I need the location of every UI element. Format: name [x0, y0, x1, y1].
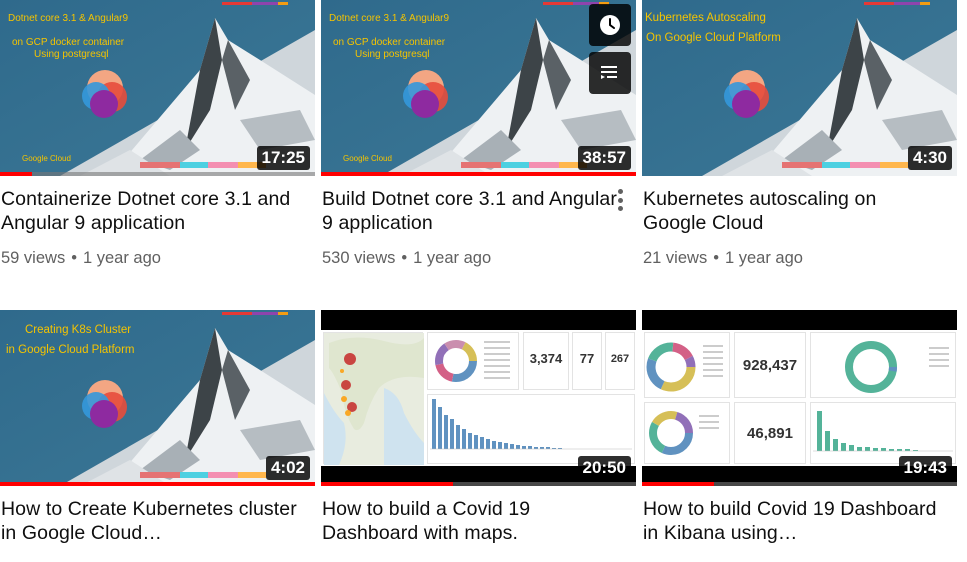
- metric-value: 46,891: [747, 425, 793, 442]
- meta-separator: •: [713, 249, 719, 267]
- donut-panel: [644, 332, 730, 398]
- watch-later-button[interactable]: [589, 4, 631, 46]
- thumbnail-caption-1: Creating K8s Cluster: [25, 324, 132, 336]
- watch-progress-fill: [321, 482, 454, 486]
- video-title[interactable]: How to build Covid 19 Dashboard in Kiban…: [643, 497, 943, 545]
- video-title[interactable]: How to Create Kubernetes cluster in Goog…: [1, 497, 301, 545]
- meta-separator: •: [401, 249, 408, 267]
- upload-age: 1 year ago: [413, 249, 492, 267]
- donut-chart-art: [845, 341, 949, 393]
- thumbnail-caption-1: Kubernetes Autoscaling: [645, 12, 766, 24]
- duration-badge: 20:50: [577, 456, 631, 480]
- view-count: 21 views: [643, 249, 708, 267]
- watch-progress-track: [0, 482, 315, 486]
- video-card[interactable]: Creating K8s Cluster in Google Cloud Pla…: [0, 310, 315, 544]
- dashboard-screenshot: 3,374 77 267: [321, 330, 636, 466]
- video-title[interactable]: How to build a Covid 19 Dashboard with m…: [322, 497, 622, 545]
- donut-chart-art: [649, 411, 719, 455]
- view-count: 530 views: [322, 249, 396, 267]
- video-title[interactable]: Kubernetes autoscaling on Google Cloud: [643, 187, 943, 235]
- video-thumbnail[interactable]: Dotnet core 3.1 & Angular9 on GCP docker…: [321, 0, 636, 176]
- map-panel: [323, 332, 424, 465]
- video-card[interactable]: 928,437 46,891 19:43 How to build Covid …: [642, 310, 957, 544]
- video-meta: 21 views • 1 year ago: [643, 249, 803, 268]
- thumbnail-caption-3: Using postgresql: [355, 49, 430, 60]
- thumbnail-caption-2: in Google Cloud Platform: [6, 344, 135, 356]
- donut-chart-art: [435, 340, 510, 382]
- video-card[interactable]: Dotnet core 3.1 & Angular9 on GCP docker…: [321, 0, 636, 267]
- thumbnail-footer: Google Cloud: [343, 154, 392, 163]
- duration-badge: 38:57: [577, 146, 631, 170]
- thumbnail-caption-2: On Google Cloud Platform: [646, 32, 781, 44]
- metric-value: 267: [610, 353, 630, 365]
- kebab-dot: [617, 197, 623, 203]
- add-to-queue-button[interactable]: [589, 52, 631, 94]
- thumbnail-caption-1: Dotnet core 3.1 & Angular9: [329, 13, 450, 24]
- map-art: [324, 333, 424, 465]
- video-card[interactable]: Dotnet core 3.1 & Angular9 on GCP docker…: [0, 0, 315, 267]
- upload-age: 1 year ago: [724, 249, 803, 267]
- meta-separator: •: [71, 249, 77, 267]
- upload-age: 1 year ago: [82, 249, 161, 267]
- duration-badge: 4:30: [907, 146, 952, 170]
- watch-progress-track: [0, 172, 315, 176]
- kebab-dot: [617, 189, 623, 194]
- bar-chart-panel: [810, 402, 956, 464]
- watch-progress-fill: [642, 482, 715, 486]
- dashboard-screenshot: 928,437 46,891: [642, 330, 957, 466]
- thumbnail-caption-1: Dotnet core 3.1 & Angular9: [8, 13, 129, 24]
- bar-chart-panel: [427, 394, 635, 464]
- video-thumbnail[interactable]: Kubernetes Autoscaling On Google Cloud P…: [642, 0, 957, 176]
- view-count: 59 views: [1, 249, 66, 267]
- video-card[interactable]: 3,374 77 267 20:50 How to build a Covid …: [321, 310, 636, 544]
- bar-chart-art: [813, 411, 953, 452]
- duration-badge: 17:25: [256, 146, 310, 170]
- kebab-dot: [617, 206, 623, 211]
- duration-badge: 19:43: [898, 456, 952, 480]
- more-actions-button[interactable]: [614, 187, 626, 213]
- video-thumbnail[interactable]: Creating K8s Cluster in Google Cloud Pla…: [0, 310, 315, 486]
- thumbnail-footer: Google Cloud: [22, 154, 71, 163]
- duration-badge: 4:02: [265, 456, 310, 480]
- donut-panel: [427, 332, 519, 390]
- video-title[interactable]: Containerize Dotnet core 3.1 and Angular…: [1, 187, 301, 235]
- video-meta: 530 views • 1 year ago: [322, 249, 491, 268]
- thumbnail-caption-3: Using postgresql: [34, 49, 109, 60]
- metric-value: 3,374: [529, 351, 563, 366]
- bar-chart-art: [430, 399, 632, 450]
- metric-panel: 3,374: [523, 332, 569, 390]
- video-title[interactable]: Build Dotnet core 3.1 and Angular 9 appl…: [322, 187, 622, 235]
- donut-panel: [810, 332, 956, 398]
- metric-value: 77: [579, 351, 595, 366]
- watch-progress-fill: [0, 482, 315, 486]
- metric-panel: 267: [605, 332, 635, 390]
- metric-panel: 77: [572, 332, 602, 390]
- clock-icon: [600, 15, 620, 35]
- donut-panel: [644, 402, 730, 464]
- watch-progress-fill: [321, 172, 636, 176]
- metric-value: 928,437: [742, 357, 798, 374]
- add-to-queue-icon: [601, 66, 617, 79]
- video-thumbnail[interactable]: Dotnet core 3.1 & Angular9 on GCP docker…: [0, 0, 315, 176]
- video-meta: 59 views • 1 year ago: [1, 249, 161, 268]
- watch-progress-track: [321, 482, 636, 486]
- watch-progress-fill: [0, 172, 32, 176]
- video-thumbnail[interactable]: 928,437 46,891 19:43: [642, 310, 957, 486]
- watch-progress-track: [642, 482, 957, 486]
- donut-chart-art: [646, 342, 723, 392]
- video-thumbnail[interactable]: 3,374 77 267 20:50: [321, 310, 636, 486]
- metric-panel: 928,437: [734, 332, 806, 398]
- metric-panel: 46,891: [734, 402, 806, 464]
- watch-progress-track: [321, 172, 636, 176]
- video-card[interactable]: Kubernetes Autoscaling On Google Cloud P…: [642, 0, 957, 267]
